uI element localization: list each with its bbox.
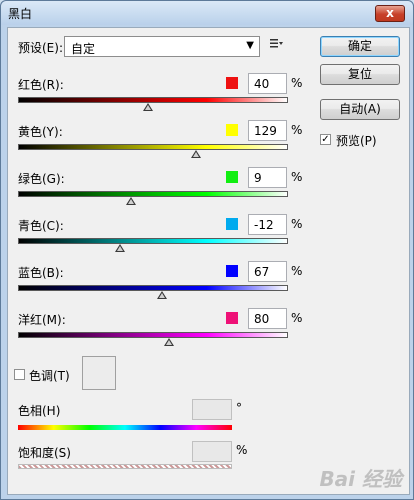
preset-select[interactable]: 自定 ▼ [64,36,260,57]
blue-unit: % [291,264,303,278]
magenta-slider-thumb[interactable] [164,338,175,346]
blue-slider-thumb[interactable] [157,291,168,299]
red-value-input[interactable]: 40 [248,73,287,94]
cyan-label: 青色(C): [18,219,64,233]
red-swatch [226,77,238,89]
preview-label: 预览(P) [336,134,377,148]
cyan-unit: % [291,217,303,231]
magenta-label: 洋红(M): [18,313,66,327]
saturation-gradient [18,464,232,469]
blue-label: 蓝色(B): [18,266,64,280]
green-slider-track[interactable] [18,191,288,197]
tint-checkbox[interactable] [14,369,25,380]
tint-label: 色调(T) [29,369,70,383]
saturation-field[interactable] [192,441,232,462]
red-slider-track[interactable] [18,97,288,103]
title-bar: 黑白 x [1,1,413,25]
yellow-unit: % [291,123,303,137]
cyan-value-input[interactable]: -12 [248,214,287,235]
check-icon: ✓ [321,134,330,145]
yellow-label: 黄色(Y): [18,125,63,139]
magenta-unit: % [291,311,303,325]
blue-slider-track[interactable] [18,285,288,291]
magenta-slider-track[interactable] [18,332,288,338]
yellow-swatch [226,124,238,136]
cyan-slider-thumb[interactable] [114,244,125,252]
saturation-unit: % [236,443,248,457]
preset-menu-icon[interactable] [270,38,284,53]
window-title: 黑白 [8,7,33,21]
red-label: 红色(R): [18,78,64,92]
watermark: Bai 经验 [319,467,402,491]
hue-unit: ° [236,401,242,415]
red-unit: % [291,76,303,90]
tint-color-swatch[interactable] [82,356,116,390]
hue-gradient [18,425,232,430]
hue-field[interactable] [192,399,232,420]
auto-button[interactable]: 自动(A) [320,99,400,120]
green-unit: % [291,170,303,184]
yellow-slider-track[interactable] [18,144,288,150]
chevron-down-icon: ▼ [246,40,254,51]
close-button[interactable]: x [375,5,405,22]
ok-button[interactable]: 确定 [320,36,400,57]
yellow-value-input[interactable]: 129 [248,120,287,141]
green-swatch [226,171,238,183]
blue-swatch [226,265,238,277]
preset-label: 预设(E): [18,41,63,55]
green-slider-thumb[interactable] [125,197,136,205]
saturation-label: 饱和度(S) [18,446,71,460]
green-label: 绿色(G): [18,172,65,186]
magenta-value-input[interactable]: 80 [248,308,287,329]
magenta-swatch [226,312,238,324]
red-slider-thumb[interactable] [142,103,153,111]
blue-value-input[interactable]: 67 [248,261,287,282]
preset-value: 自定 [71,42,96,56]
green-value-input[interactable]: 9 [248,167,287,188]
cyan-slider-track[interactable] [18,238,288,244]
cyan-swatch [226,218,238,230]
hue-label: 色相(H) [18,404,61,418]
yellow-slider-thumb[interactable] [190,150,201,158]
reset-button[interactable]: 复位 [320,64,400,85]
preview-checkbox[interactable]: ✓ [320,134,331,145]
